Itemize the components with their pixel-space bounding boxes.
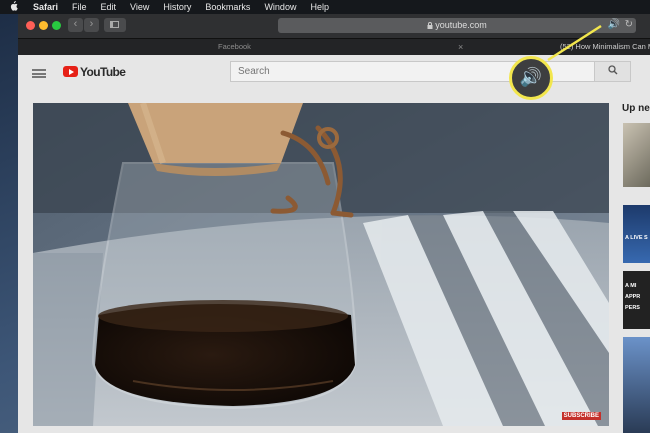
speaker-highlight-callout: 🔊: [509, 56, 553, 100]
speaker-icon: 🔊: [519, 66, 543, 87]
callout-line: [547, 24, 602, 62]
